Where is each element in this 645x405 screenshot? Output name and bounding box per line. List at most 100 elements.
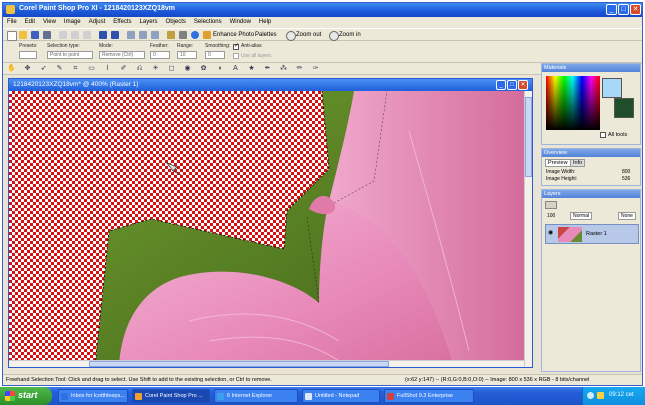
cut-icon[interactable]: [59, 31, 67, 39]
art-eraser-tool-icon[interactable]: ✑: [311, 65, 320, 73]
menu-bar: File Edit View Image Adjust Effects Layers Obje…: [3, 17, 642, 28]
tab-info[interactable]: Info: [570, 159, 586, 167]
oil-brush-tool-icon[interactable]: ✏: [295, 65, 304, 73]
foreground-swatch[interactable]: [614, 98, 634, 118]
eyedropper-tool-icon[interactable]: ✎: [55, 65, 64, 73]
task-internet-explorer[interactable]: 6 Internet Explorer: [214, 389, 298, 403]
eraser-tool-icon[interactable]: ◻: [167, 65, 176, 73]
pick-tool-icon[interactable]: ➶: [39, 65, 48, 73]
windows-logo-icon: [5, 391, 15, 401]
notepad-icon: [305, 393, 312, 400]
rotate-icon[interactable]: [151, 31, 159, 39]
vertical-scroll-thumb[interactable]: [525, 97, 532, 177]
tab-preview[interactable]: Preview: [545, 159, 571, 167]
freehand-selection-tool-icon[interactable]: ⌇: [103, 65, 112, 73]
task-notepad[interactable]: Untitled - Notepad: [302, 389, 380, 403]
enhance-photo-button[interactable]: Enhance Photo: [213, 32, 254, 38]
pan-tool-icon[interactable]: ✋: [7, 65, 16, 73]
preset-shape-tool-icon[interactable]: ★: [247, 65, 256, 73]
range-input[interactable]: 10: [177, 51, 197, 59]
start-button[interactable]: start: [0, 387, 52, 405]
image-canvas[interactable]: [9, 91, 524, 367]
antialias-checkbox[interactable]: ✓: [233, 43, 239, 50]
lock-dropdown[interactable]: None: [618, 212, 636, 220]
zoom-in-button[interactable]: Zoom in: [339, 32, 361, 38]
vertical-scrollbar[interactable]: [524, 91, 532, 367]
blend-mode-dropdown[interactable]: Normal: [570, 212, 593, 220]
horizontal-scrollbar[interactable]: [9, 360, 524, 367]
clone-brush-tool-icon[interactable]: ⎌: [135, 65, 144, 73]
print-icon[interactable]: [43, 31, 51, 39]
presets-dropdown[interactable]: [19, 51, 37, 59]
menu-effects[interactable]: Effects: [109, 17, 135, 27]
menu-adjust[interactable]: Adjust: [85, 17, 110, 27]
maximize-button[interactable]: □: [618, 4, 629, 15]
tools-toolbar: ✋ ✥ ➶ ✎ ⌗ ▭ ⌇ ✐ ⎌ ☀ ◻ ◉ ✿ ◑ A ★ ✒ ⁂ ✏ ✑: [3, 63, 541, 75]
menu-layers[interactable]: Layers: [136, 17, 162, 27]
document-title-bar[interactable]: 1218420123XZQ18vm* @ 400% (Raster 1) _ □…: [9, 79, 532, 91]
selection-tool-icon[interactable]: ▭: [87, 65, 96, 73]
settings-icon[interactable]: [179, 31, 187, 39]
doc-minimize-button[interactable]: _: [496, 80, 506, 90]
flood-fill-tool-icon[interactable]: ◉: [183, 65, 192, 73]
open-folder-icon[interactable]: [19, 31, 27, 39]
menu-objects[interactable]: Objects: [162, 17, 190, 27]
pen-tool-icon[interactable]: ✒: [263, 65, 272, 73]
resize-icon[interactable]: [139, 31, 147, 39]
smoothing-input[interactable]: 0: [205, 51, 225, 59]
layer-row[interactable]: ◉ Raster 1: [545, 224, 639, 244]
paste-icon[interactable]: [83, 31, 91, 39]
tray-network-icon[interactable]: [597, 392, 604, 399]
crop-tool-icon[interactable]: ⌗: [71, 65, 80, 73]
task-inbox[interactable]: Inbox for lcotthleeps...: [58, 389, 128, 403]
undo-icon[interactable]: [99, 31, 107, 39]
task-inbox-label: Inbox for lcotthleeps...: [71, 393, 125, 399]
copy-icon[interactable]: [71, 31, 79, 39]
menu-selections[interactable]: Selections: [190, 17, 226, 27]
new-layer-icon[interactable]: [545, 201, 557, 209]
crop-icon[interactable]: [127, 31, 135, 39]
menu-image[interactable]: Image: [60, 17, 85, 27]
close-button[interactable]: ✕: [630, 4, 641, 15]
warp-brush-tool-icon[interactable]: ⁂: [279, 65, 288, 73]
doc-maximize-button[interactable]: □: [507, 80, 517, 90]
menu-window[interactable]: Window: [226, 17, 255, 27]
paint-brush-tool-icon[interactable]: ✐: [119, 65, 128, 73]
redo-icon[interactable]: [111, 31, 119, 39]
clock[interactable]: 09:12 cet: [609, 392, 634, 398]
picture-tube-tool-icon[interactable]: ✿: [199, 65, 208, 73]
layer-opacity[interactable]: 100: [547, 213, 555, 219]
minimize-button[interactable]: _: [606, 4, 617, 15]
menu-file[interactable]: File: [3, 17, 21, 27]
doc-close-button[interactable]: ✕: [518, 80, 528, 90]
menu-view[interactable]: View: [39, 17, 60, 27]
mode-dropdown[interactable]: Remove (Ctrl): [99, 51, 145, 59]
save-icon[interactable]: [31, 31, 39, 39]
tray-speaker-icon[interactable]: [587, 392, 594, 399]
status-coordinates: (x:62 y:147) -- (R:0,G:0,B:0,O:0) -- Ima…: [405, 377, 590, 383]
layer-icon[interactable]: [167, 31, 175, 39]
mail-icon: [61, 393, 68, 400]
move-tool-icon[interactable]: ✥: [23, 65, 32, 73]
feather-label: Feather:: [150, 43, 169, 49]
feather-input[interactable]: 0: [150, 51, 170, 59]
color-replacer-tool-icon[interactable]: ◑: [215, 65, 224, 73]
horizontal-scroll-thumb[interactable]: [89, 361, 389, 367]
palettes-button[interactable]: Palettes: [255, 32, 277, 38]
info-icon[interactable]: [191, 31, 199, 39]
background-swatch[interactable]: [602, 78, 622, 98]
task-fullshot[interactable]: FullShot 9.3 Enterprise: [384, 389, 474, 403]
selection-type-dropdown[interactable]: Point to point: [47, 51, 93, 59]
retouch-tool-icon[interactable]: ☀: [151, 65, 160, 73]
task-paint-shop-pro[interactable]: Corel Paint Shop Pro ...: [132, 389, 210, 403]
zoom-out-button[interactable]: Zoom out: [296, 32, 321, 38]
menu-help[interactable]: Help: [255, 17, 275, 27]
use-all-layers-checkbox[interactable]: [233, 53, 239, 59]
menu-edit[interactable]: Edit: [21, 17, 39, 27]
text-tool-icon[interactable]: A: [231, 65, 240, 73]
layer-visibility-icon[interactable]: ◉: [548, 229, 553, 236]
all-tools-checkbox[interactable]: [600, 132, 606, 138]
new-file-icon[interactable]: [7, 31, 17, 41]
title-bar[interactable]: Corel Paint Shop Pro XI - 1218420123XZQ1…: [3, 3, 642, 17]
color-spectrum[interactable]: [546, 76, 600, 130]
